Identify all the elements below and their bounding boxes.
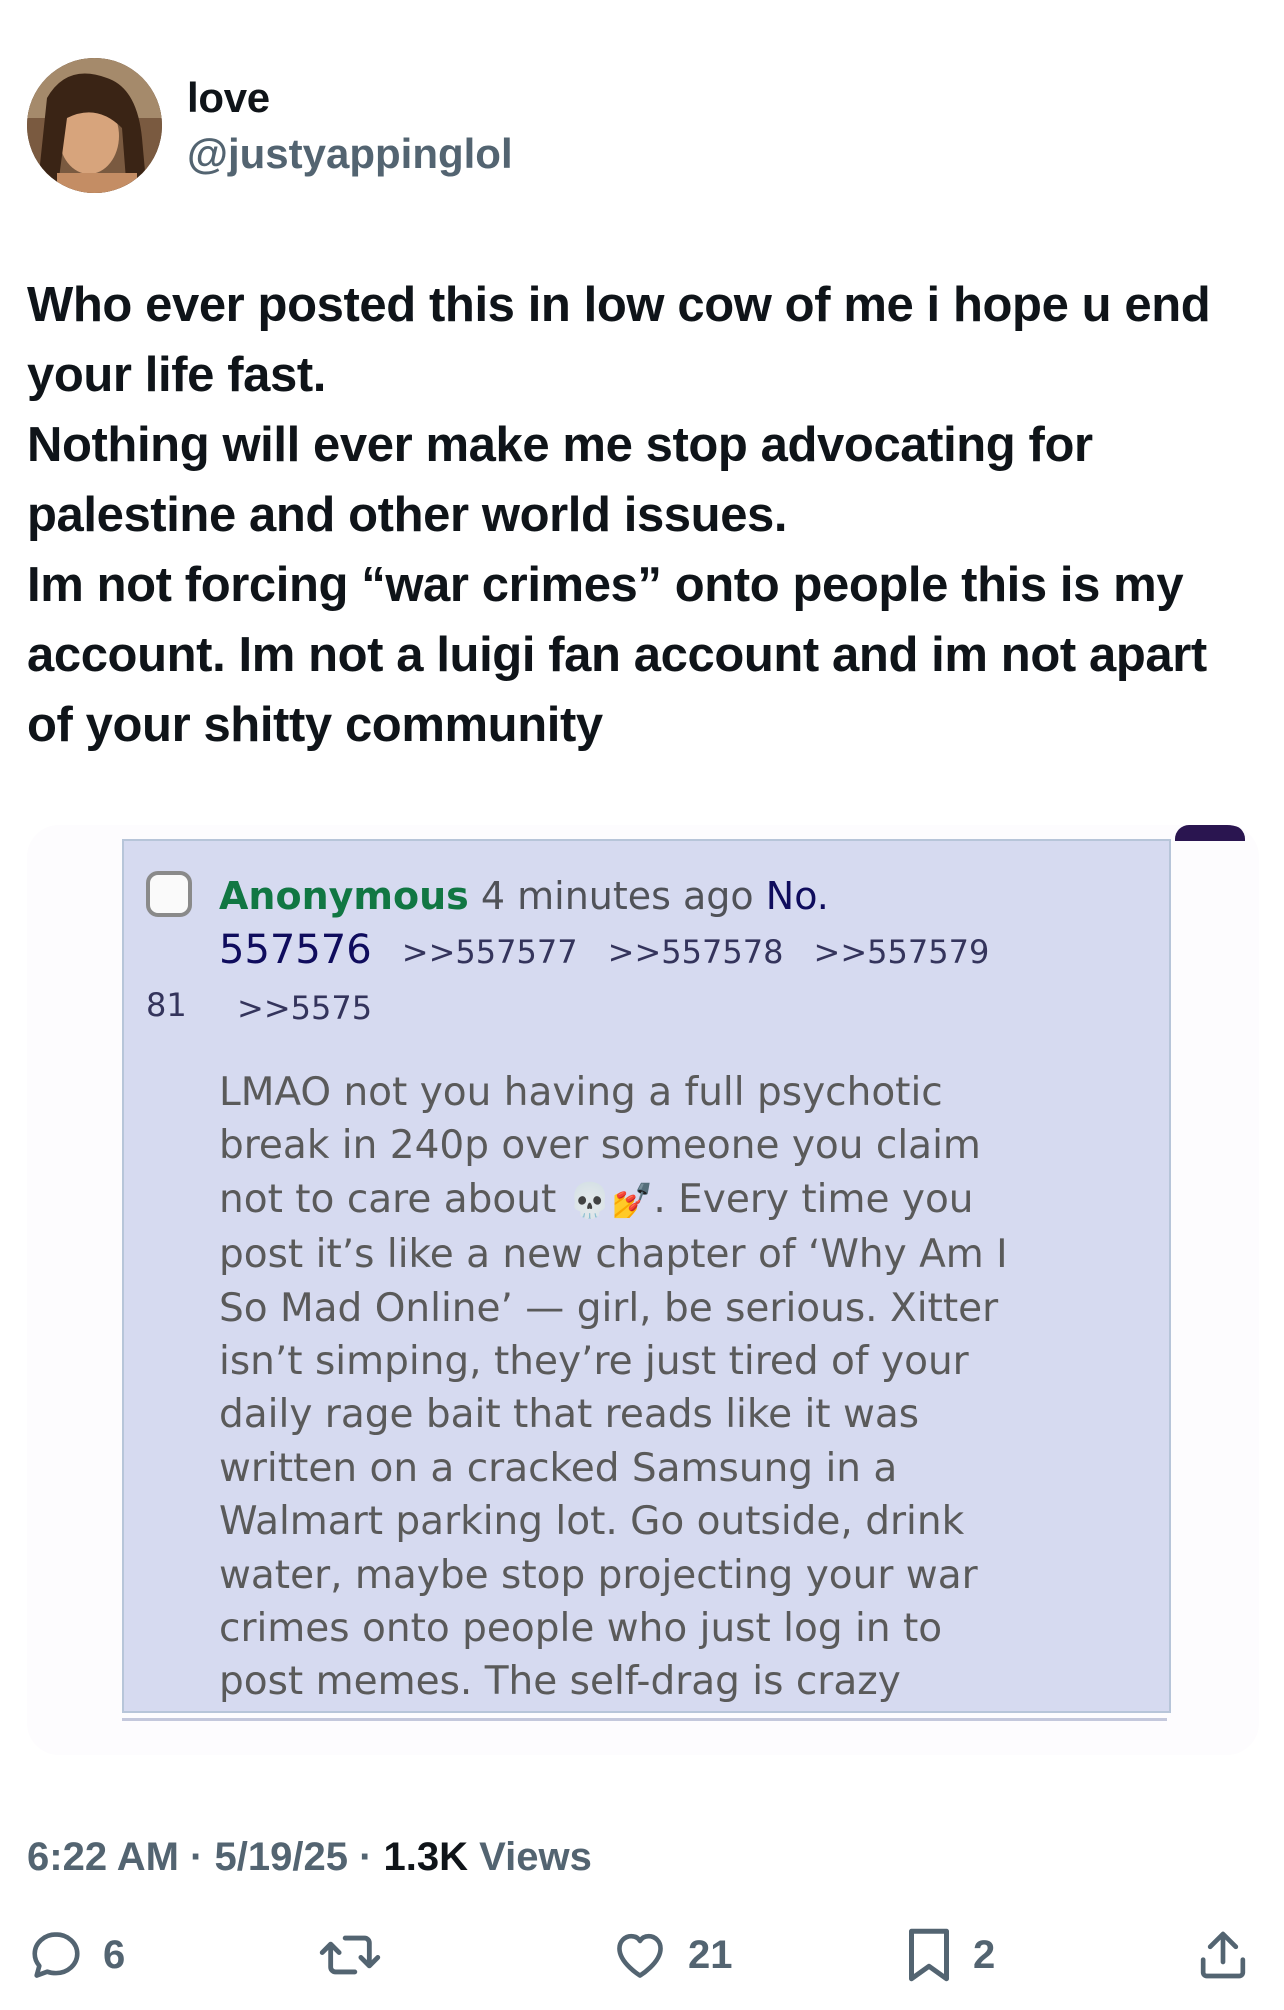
tweet-paragraph: Im not forcing “war crimes” onto people … (27, 558, 1207, 752)
repost-icon (319, 1935, 381, 1975)
bookmark-icon (909, 1928, 949, 1982)
quote-link: >>5575 (237, 989, 373, 1027)
reply-button[interactable]: 6 (27, 1920, 125, 1990)
bookmark-count: 2 (973, 1932, 996, 1977)
quote-link: >>557578 (607, 933, 784, 971)
poster-name: Anonymous (219, 874, 469, 918)
share-button[interactable] (1195, 1920, 1251, 1990)
avatar[interactable] (27, 58, 162, 193)
tweet-meta: 6:22 AM · 5/19/25 · 1.3K Views (27, 1835, 592, 1880)
user-handle[interactable]: @justyappinglol (187, 130, 513, 178)
tweet-paragraph: Nothing will ever make me stop advocatin… (27, 418, 1093, 542)
bookmark-button[interactable]: 2 (903, 1920, 995, 1990)
imageboard-post: Anonymous 4 minutes ago No. 557576 >>557… (122, 839, 1171, 1713)
heart-icon (617, 1933, 663, 1978)
image-edge-decoration (1175, 825, 1245, 841)
share-icon (1200, 1931, 1246, 1979)
tweet-time[interactable]: 6:22 AM (27, 1835, 179, 1879)
reply-count: 6 (103, 1932, 126, 1977)
tweet-paragraph: Who ever posted this in low cow of me i … (27, 278, 1211, 402)
like-button[interactable]: 21 (610, 1920, 733, 1990)
quote-link-wrap: 81 (146, 986, 187, 1024)
quote-link: >>557579 (813, 933, 990, 971)
tweet-text: Who ever posted this in low cow of me i … (27, 270, 1262, 760)
quote-link: >>557577 (401, 933, 578, 971)
tweet-media-image[interactable]: Anonymous 4 minutes ago No. 557576 >>557… (27, 825, 1259, 1755)
tweet-date[interactable]: 5/19/25 (214, 1835, 347, 1879)
post-body-text: . Every time you post it’s like a new ch… (219, 1176, 1008, 1705)
repost-button[interactable] (318, 1920, 400, 1990)
display-name[interactable]: love (187, 74, 270, 122)
post-divider (122, 1718, 1167, 1721)
post-no-label: No. (765, 874, 829, 918)
post-number: 557576 (219, 927, 372, 973)
skull-nails-emoji-icon: 💀💅 (568, 1180, 654, 1221)
post-time: 4 minutes ago (480, 874, 754, 918)
meta-separator: · (190, 1835, 204, 1879)
profile-photo-icon (27, 58, 162, 193)
reply-icon (32, 1932, 80, 1978)
meta-separator: · (359, 1835, 373, 1879)
post-checkbox (146, 871, 192, 917)
post-body: LMAO not you having a full psychotic bre… (219, 1066, 1139, 1709)
views-count: 1.3K (383, 1835, 469, 1879)
like-count: 21 (688, 1932, 733, 1977)
action-bar: 6 21 2 (0, 1920, 1284, 2000)
views-label: Views (479, 1835, 592, 1879)
post-header: Anonymous 4 minutes ago No. 557576 >>557… (219, 869, 1149, 1035)
